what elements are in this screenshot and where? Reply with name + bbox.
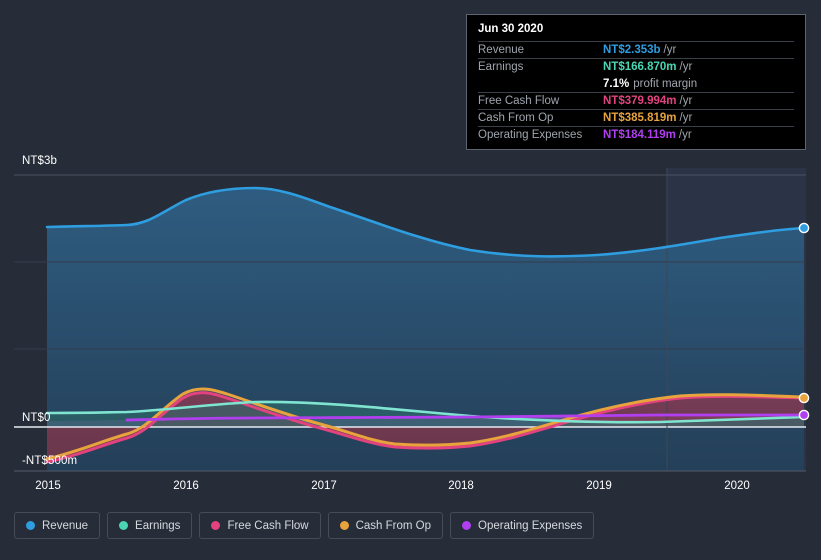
tooltip-unit-free-cash-flow: /yr xyxy=(679,95,693,107)
legend-dot-free-cash-flow-icon xyxy=(211,521,221,530)
tooltip-value-free-cash-flow: NT$379.994m xyxy=(603,95,677,107)
y-axis-label-bottom: -NT$500m xyxy=(22,455,78,467)
tooltip-row-free-cash-flow: Free Cash Flow NT$379.994m /yr xyxy=(478,92,794,109)
legend-label-revenue: Revenue xyxy=(42,519,89,532)
tooltip-value-operating-expenses: NT$184.119m xyxy=(603,129,676,141)
legend-item-earnings[interactable]: Earnings xyxy=(107,512,193,539)
x-axis-tick-2018: 2018 xyxy=(448,480,474,492)
legend-item-cash-from-op[interactable]: Cash From Op xyxy=(327,512,444,539)
tooltip-key-revenue: Revenue xyxy=(478,44,525,56)
endpoint-marker-operating-expenses[interactable] xyxy=(798,409,810,421)
tooltip-unit-revenue: /yr xyxy=(663,44,677,56)
tooltip-row-operating-expenses: Operating Expenses NT$184.119m /yr xyxy=(478,126,794,143)
tooltip-key-free-cash-flow: Free Cash Flow xyxy=(478,95,560,107)
legend-dot-operating-expenses-icon xyxy=(462,521,472,530)
legend-label-earnings: Earnings xyxy=(135,519,181,532)
endpoint-marker-cash-from-op[interactable] xyxy=(798,392,810,404)
financial-chart-page: NT$3b NT$0 -NT$500m 2015 2016 2017 2018 … xyxy=(0,0,821,560)
x-axis-tick-2017: 2017 xyxy=(311,480,337,492)
tooltip-label-profit-margin: profit margin xyxy=(633,77,698,90)
legend-label-operating-expenses: Operating Expenses xyxy=(478,519,583,532)
tooltip-unit-cash-from-op: /yr xyxy=(679,112,693,124)
tooltip-key-operating-expenses: Operating Expenses xyxy=(478,129,583,141)
tooltip-row-profit-margin: 7.1% profit margin xyxy=(478,75,794,92)
tooltip-key-cash-from-op: Cash From Op xyxy=(478,112,554,124)
legend-dot-cash-from-op-icon xyxy=(339,521,349,530)
legend-dot-revenue-icon xyxy=(26,521,35,530)
x-axis-tick-2019: 2019 xyxy=(586,480,612,492)
tooltip-value-cash-from-op: NT$385.819m xyxy=(603,112,677,124)
legend-dot-earnings-icon xyxy=(119,521,129,530)
tooltip-row-cash-from-op: Cash From Op NT$385.819m /yr xyxy=(478,109,794,126)
legend-label-cash-from-op: Cash From Op xyxy=(355,519,432,532)
tooltip-date: Jun 30 2020 xyxy=(478,23,544,35)
x-axis-tick-2015: 2015 xyxy=(35,480,61,492)
tooltip-row-revenue: Revenue NT$2.353b /yr xyxy=(478,41,794,58)
chart-tooltip: Jun 30 2020 Revenue NT$2.353b /yr Earnin… xyxy=(466,14,806,150)
endpoint-marker-revenue[interactable] xyxy=(798,222,810,234)
legend-item-free-cash-flow[interactable]: Free Cash Flow xyxy=(199,512,321,539)
tooltip-value-profit-margin: 7.1% xyxy=(603,77,630,90)
tooltip-unit-earnings: /yr xyxy=(679,61,693,73)
x-axis-tick-2016: 2016 xyxy=(173,480,199,492)
legend-label-free-cash-flow: Free Cash Flow xyxy=(227,519,309,532)
tooltip-value-earnings: NT$166.870m xyxy=(603,61,677,73)
y-axis-label-zero: NT$0 xyxy=(22,412,51,424)
y-axis-label-top: NT$3b xyxy=(22,155,58,167)
legend-item-revenue[interactable]: Revenue xyxy=(14,512,101,539)
tooltip-value-revenue: NT$2.353b xyxy=(603,44,661,56)
tooltip-key-earnings: Earnings xyxy=(478,61,524,73)
x-axis-tick-2020: 2020 xyxy=(724,480,750,492)
legend-item-operating-expenses[interactable]: Operating Expenses xyxy=(450,512,595,539)
chart-legend: Revenue Earnings Free Cash Flow Cash Fro… xyxy=(14,512,595,539)
tooltip-row-earnings: Earnings NT$166.870m /yr xyxy=(478,58,794,75)
tooltip-unit-operating-expenses: /yr xyxy=(678,129,692,141)
